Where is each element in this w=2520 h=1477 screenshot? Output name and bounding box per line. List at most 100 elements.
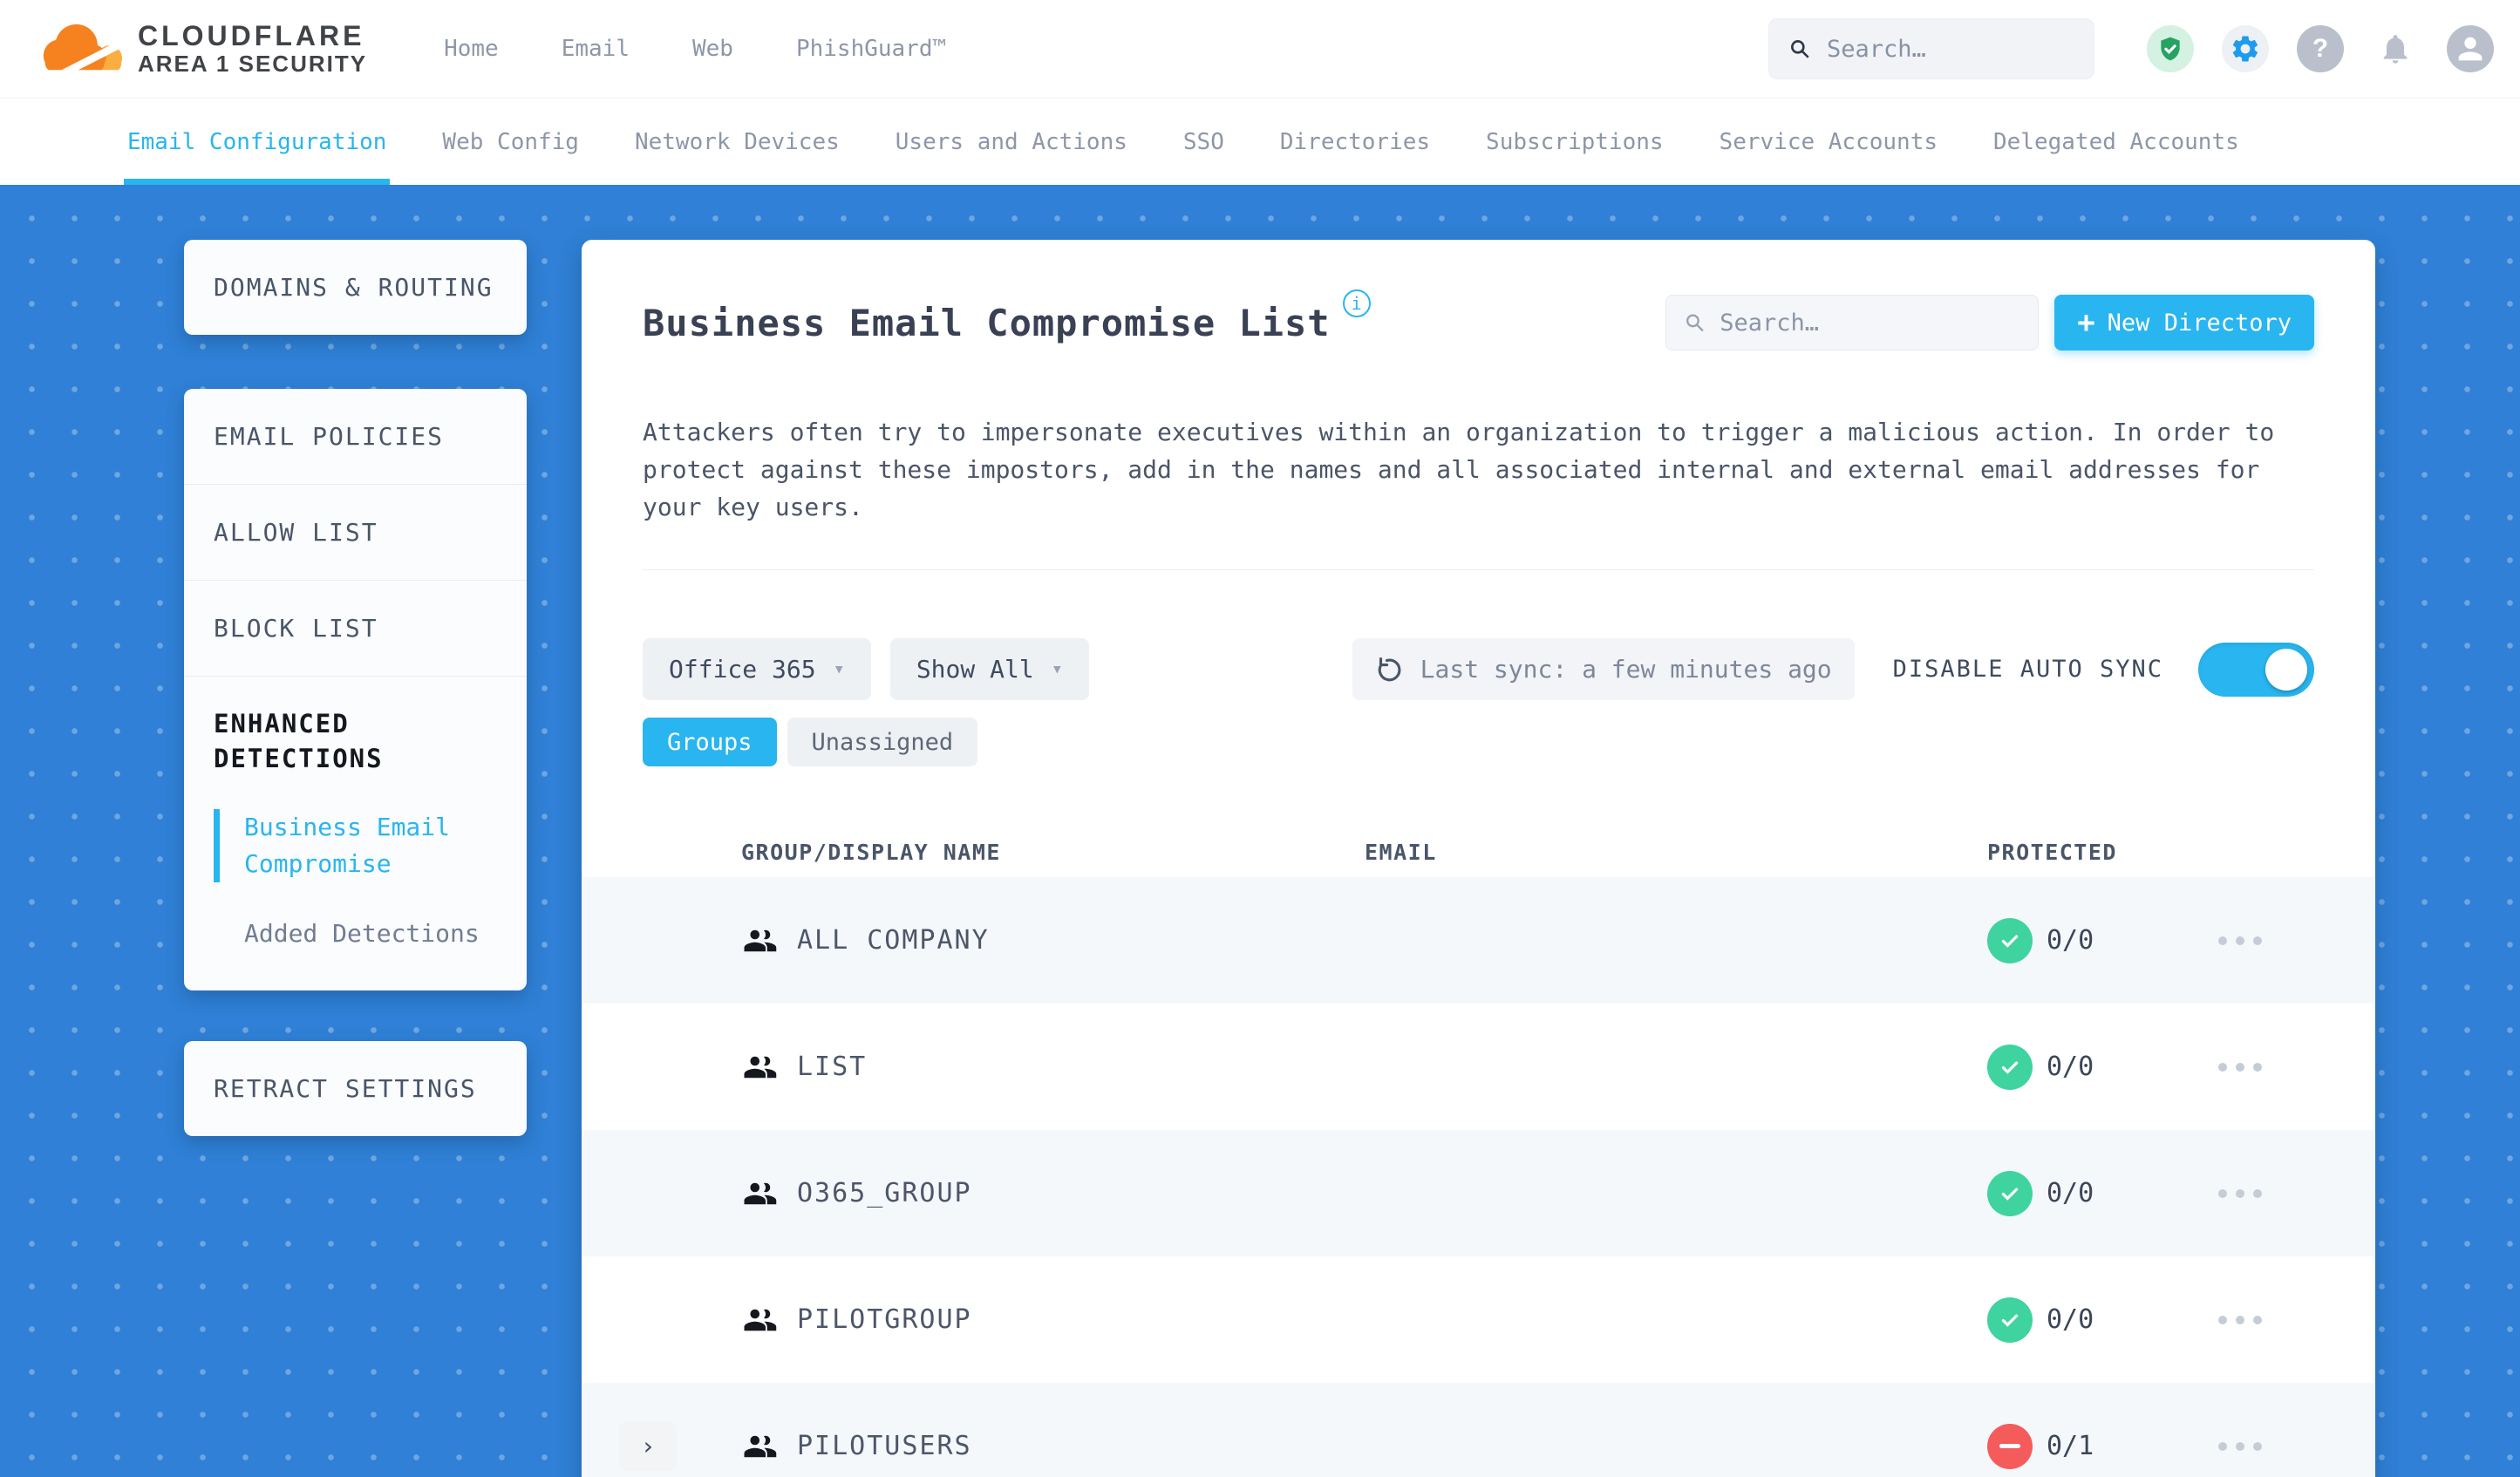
row-more-icon[interactable] (2218, 1062, 2375, 1072)
protected-count: 0/0 (2047, 925, 2094, 956)
top-bar: CLOUDFLARE AREA 1 SECURITY Home Email We… (0, 0, 2520, 99)
group-name: LIST (797, 1052, 868, 1082)
protected-count: 0/0 (2047, 1178, 2094, 1208)
group-name: PILOTGROUP (797, 1304, 972, 1335)
row-more-icon[interactable] (2218, 936, 2375, 945)
table-row[interactable]: PILOTGROUP 0/0 (582, 1256, 2375, 1383)
list-search-input[interactable] (1720, 309, 2021, 337)
page-title: Business Email Compromise List (643, 301, 1331, 344)
table-row[interactable]: › PILOTUSERS 0/1 (582, 1383, 2375, 1477)
sidebar-card-retract: RETRACT SETTINGS (184, 1041, 527, 1136)
list-search-box[interactable] (1665, 295, 2040, 351)
search-icon (1686, 314, 1704, 332)
sidebar-card-policies: EMAIL POLICIES ALLOW LIST BLOCK LIST ENH… (184, 389, 527, 990)
global-search-input[interactable] (1826, 35, 2074, 63)
table-row[interactable]: ALL COMPANY 0/0 (582, 877, 2375, 1004)
top-nav-web[interactable]: Web (692, 36, 733, 62)
section-tabs: Email Configuration Web Config Network D… (0, 99, 2520, 185)
new-directory-label: New Directory (2107, 309, 2292, 337)
tab-web-config[interactable]: Web Config (442, 99, 579, 185)
protected-check-icon (1987, 1297, 2033, 1343)
unprotected-minus-icon (1987, 1423, 2033, 1469)
group-icon (744, 1309, 777, 1331)
global-search-box[interactable] (1768, 18, 2094, 79)
tab-network-devices[interactable]: Network Devices (635, 99, 840, 185)
account-avatar-icon[interactable] (2447, 25, 2494, 72)
sidebar-item-allow-list[interactable]: ALLOW LIST (184, 485, 527, 581)
row-more-icon[interactable] (2218, 1315, 2375, 1324)
top-nav: Home Email Web PhishGuard™ (444, 36, 946, 62)
tab-delegated-accounts[interactable]: Delegated Accounts (1993, 99, 2239, 185)
row-expand-chevron[interactable]: › (619, 1421, 677, 1471)
cloudflare-logo: CLOUDFLARE AREA 1 SECURITY (37, 21, 367, 77)
gear-icon[interactable] (2222, 25, 2269, 72)
sidebar: DOMAINS & ROUTING EMAIL POLICIES ALLOW L… (184, 240, 527, 1136)
table-row[interactable]: O365_GROUP 0/0 (582, 1130, 2375, 1256)
tab-email-configuration[interactable]: Email Configuration (123, 99, 391, 185)
sidebar-item-email-policies[interactable]: EMAIL POLICIES (184, 389, 527, 485)
divider (643, 569, 2314, 570)
plus-icon: + (2077, 305, 2095, 340)
sidebar-item-added-detections[interactable]: Added Detections (214, 915, 497, 952)
group-icon (744, 1435, 777, 1457)
group-name: PILOTUSERS (797, 1431, 972, 1461)
last-sync-text: Last sync: a few minutes ago (1420, 655, 1832, 684)
sidebar-item-domains-routing[interactable]: DOMAINS & ROUTING (184, 240, 527, 335)
group-icon (744, 929, 777, 951)
protected-check-icon (1987, 1170, 2033, 1216)
pill-groups[interactable]: Groups (643, 718, 777, 766)
brand-name: CLOUDFLARE (138, 20, 365, 51)
sidebar-item-retract-settings[interactable]: RETRACT SETTINGS (184, 1041, 527, 1136)
table-row[interactable]: LIST 0/0 (582, 1004, 2375, 1130)
info-icon[interactable]: i (1342, 289, 1371, 317)
top-nav-email[interactable]: Email (562, 36, 630, 62)
row-more-icon[interactable] (2218, 1441, 2375, 1451)
new-directory-button[interactable]: + New Directory (2054, 295, 2314, 351)
protected-count: 0/0 (2047, 1304, 2094, 1335)
tab-sso[interactable]: SSO (1183, 99, 1224, 185)
tab-users-and-actions[interactable]: Users and Actions (896, 99, 1127, 185)
protected-count: 0/0 (2047, 1052, 2094, 1082)
sidebar-group-enhanced-detections: ENHANCED DETECTIONS Business Email Compr… (184, 677, 527, 990)
shield-check-icon[interactable] (2147, 25, 2194, 72)
protected-check-icon (1987, 917, 2033, 963)
tab-service-accounts[interactable]: Service Accounts (1720, 99, 1938, 185)
row-more-icon[interactable] (2218, 1188, 2375, 1198)
bell-icon[interactable] (2372, 25, 2419, 72)
cloudflare-cloud-icon (37, 24, 124, 77)
auto-sync-label: DISABLE AUTO SYNC (1892, 656, 2163, 683)
page-body: DOMAINS & ROUTING EMAIL POLICIES ALLOW L… (0, 185, 2520, 1477)
tab-subscriptions[interactable]: Subscriptions (1486, 99, 1664, 185)
group-icon (744, 1056, 777, 1078)
directory-select[interactable]: Office 365 ▾ (643, 638, 871, 700)
help-icon[interactable]: ? (2297, 25, 2344, 72)
group-icon (744, 1182, 777, 1204)
search-icon (1791, 40, 1809, 58)
page-description: Attackers often try to impersonate execu… (643, 418, 2275, 521)
sidebar-item-business-email-compromise[interactable]: Business Email Compromise (214, 809, 475, 882)
brand-subname: AREA 1 SECURITY (138, 51, 368, 77)
top-nav-home[interactable]: Home (444, 36, 499, 62)
group-name: ALL COMPANY (797, 925, 990, 956)
col-email: EMAIL (1365, 840, 1437, 865)
show-filter-value: Show All (916, 655, 1034, 684)
chevron-down-icon: ▾ (833, 658, 845, 680)
directory-select-value: Office 365 (669, 655, 816, 684)
sidebar-item-block-list[interactable]: BLOCK LIST (184, 581, 527, 677)
toggle-knob (2265, 648, 2307, 691)
sidebar-item-enhanced-detections[interactable]: ENHANCED DETECTIONS (214, 706, 497, 776)
show-filter-select[interactable]: Show All ▾ (889, 638, 1089, 700)
col-group-display-name: GROUP/DISPLAY NAME (741, 840, 1001, 865)
last-sync-button[interactable]: Last sync: a few minutes ago (1352, 638, 1855, 700)
protected-count: 0/1 (2047, 1431, 2094, 1461)
main-panel: Business Email Compromise List i + New D… (582, 240, 2375, 1477)
tab-directories[interactable]: Directories (1280, 99, 1430, 185)
auto-sync-toggle[interactable] (2198, 642, 2314, 697)
group-name: O365_GROUP (797, 1178, 972, 1208)
chevron-down-icon: ▾ (1051, 658, 1063, 680)
col-protected: PROTECTED (1987, 840, 2117, 865)
sidebar-card-domains: DOMAINS & ROUTING (184, 240, 527, 335)
pill-unassigned[interactable]: Unassigned (787, 718, 978, 766)
top-nav-phishguard[interactable]: PhishGuard™ (796, 36, 946, 62)
refresh-icon (1378, 657, 1401, 681)
